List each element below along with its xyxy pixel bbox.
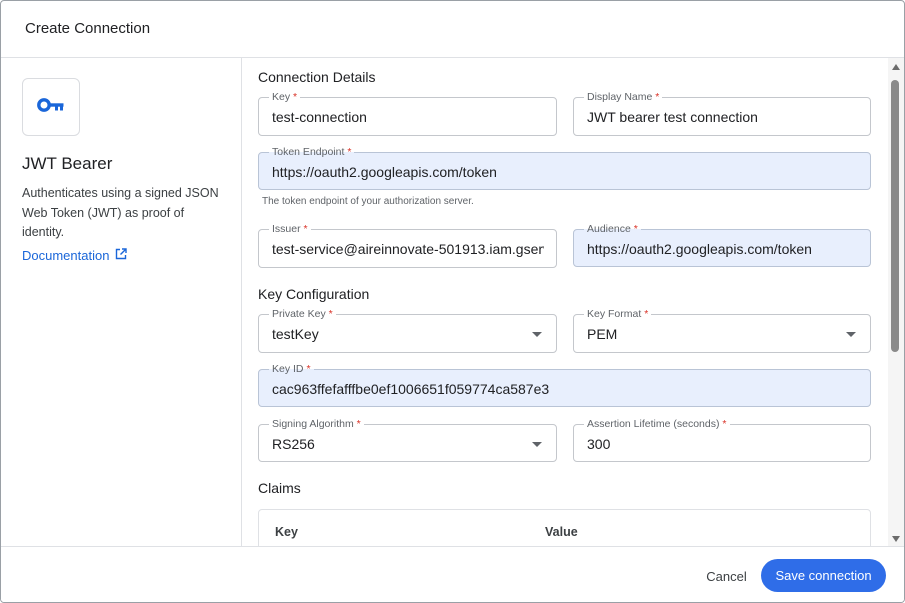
chevron-down-icon [846,332,856,337]
signing-algorithm-select-value: RS256 [272,436,315,452]
dialog-title: Create Connection [25,20,151,37]
key-icon [37,97,65,118]
connection-type-title: JWT Bearer [22,154,113,173]
dialog-footer: Cancel Save connection [1,546,904,602]
required-marker: * [644,308,649,320]
required-marker: * [633,223,638,235]
private-key-select-value: testKey [272,326,319,342]
documentation-link-label: Documentation [22,248,110,263]
required-marker: * [655,91,660,103]
connection-form: Connection Details Key * test-connection… [243,58,888,546]
signing-algorithm-select[interactable]: Signing Algorithm * RS256 [258,418,557,462]
key-format-select-value: PEM [587,326,618,342]
audience-field[interactable]: Audience * https://oauth2.googleapis.com… [573,223,871,267]
token-endpoint-field[interactable]: Token Endpoint * https://oauth2.googleap… [258,146,871,190]
private-key-select[interactable]: Private Key * testKey [258,308,557,353]
scroll-up-arrow-icon[interactable] [892,64,900,70]
display-name-field[interactable]: Display Name * JWT bearer test connectio… [573,91,871,136]
token-endpoint-helper-text: The token endpoint of your authorization… [262,196,474,207]
required-marker: * [303,223,308,235]
token-endpoint-field-label: Token Endpoint [272,146,345,158]
connection-type-icon-box [22,78,80,136]
save-connection-button[interactable]: Save connection [761,559,886,592]
required-marker: * [356,418,361,430]
required-marker: * [328,308,333,320]
claims-column-value: Value [545,525,578,539]
key-id-field-label: Key ID [272,363,304,375]
key-configuration-title: Key Configuration [258,286,370,302]
chevron-down-icon [532,442,542,447]
assertion-lifetime-field[interactable]: Assertion Lifetime (seconds) * 300 [573,418,871,462]
key-format-select[interactable]: Key Format * PEM [573,308,871,353]
scroll-down-arrow-icon[interactable] [892,536,900,542]
private-key-select-label: Private Key [272,308,326,320]
display-name-field-label: Display Name [587,91,653,103]
documentation-link[interactable]: Documentation [22,248,128,263]
create-connection-dialog: Create Connection JWT Bearer Authenticat… [0,0,905,603]
chevron-down-icon [532,332,542,337]
required-marker: * [722,418,727,430]
token-endpoint-field-value[interactable]: https://oauth2.googleapis.com/token [272,164,858,180]
issuer-field-label: Issuer [272,223,301,235]
audience-field-label: Audience [587,223,631,235]
audience-field-value[interactable]: https://oauth2.googleapis.com/token [587,241,858,257]
connection-type-description: Authenticates using a signed JSON Web To… [22,186,219,239]
connection-details-title: Connection Details [258,69,376,85]
required-marker: * [306,363,311,375]
key-field[interactable]: Key * test-connection [258,91,557,136]
form-scrollbar[interactable] [888,58,904,546]
required-marker: * [347,146,352,158]
scrollbar-thumb[interactable] [891,80,899,352]
dialog-header: Create Connection [1,1,904,58]
key-field-value[interactable]: test-connection [272,109,544,125]
issuer-field[interactable]: Issuer * test-service@aireinnovate-50191… [258,223,557,268]
claims-table: Key Value [258,509,871,546]
key-field-label: Key [272,91,291,103]
key-id-field[interactable]: Key ID * cac963ffefafffbe0ef1006651f0597… [258,363,871,407]
signing-algorithm-select-label: Signing Algorithm [272,418,354,430]
assertion-lifetime-field-value[interactable]: 300 [587,436,858,452]
claims-column-key: Key [275,525,298,539]
key-id-field-value[interactable]: cac963ffefafffbe0ef1006651f059774ca587e3 [272,381,858,397]
connection-type-sidebar: JWT Bearer Authenticates using a signed … [1,58,242,546]
claims-title: Claims [258,480,301,496]
assertion-lifetime-field-label: Assertion Lifetime (seconds) [587,418,720,430]
display-name-field-value[interactable]: JWT bearer test connection [587,109,858,125]
issuer-field-value[interactable]: test-service@aireinnovate-501913.iam.gse… [272,241,544,257]
required-marker: * [293,91,298,103]
key-format-select-label: Key Format [587,308,642,320]
external-link-icon [115,248,128,263]
cancel-button[interactable]: Cancel [694,560,759,592]
